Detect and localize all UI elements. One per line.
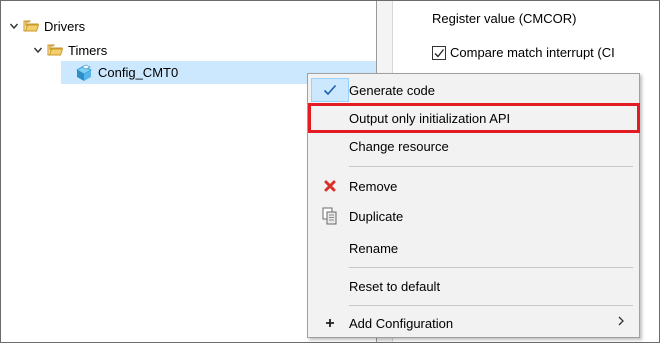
menu-item-remove[interactable]: Remove xyxy=(311,174,637,198)
component-icon xyxy=(75,64,93,82)
checkmark-icon xyxy=(311,78,349,102)
menu-item-label: Change resource xyxy=(349,138,449,154)
tree-item-label: Drivers xyxy=(44,18,86,34)
menu-item-rename[interactable]: Rename xyxy=(311,236,637,260)
compare-match-option[interactable]: Compare match interrupt (CI xyxy=(432,45,615,60)
menu-item-add-configuration[interactable]: Add Configuration xyxy=(311,311,637,335)
menu-separator xyxy=(349,267,633,268)
menu-item-generate-code[interactable]: Generate code xyxy=(311,78,637,102)
menu-separator xyxy=(349,305,633,306)
chevron-right-icon xyxy=(617,315,625,330)
register-value-label: Register value (CMCOR) xyxy=(432,11,577,26)
menu-item-duplicate[interactable]: Duplicate xyxy=(311,204,637,228)
duplicate-icon xyxy=(311,204,349,228)
menu-item-output-init-api[interactable]: Output only initialization API xyxy=(308,103,640,133)
chevron-down-icon[interactable] xyxy=(31,43,45,57)
menu-item-label: Add Configuration xyxy=(349,315,454,331)
tree-item-label: Timers xyxy=(68,42,108,58)
chevron-down-icon[interactable] xyxy=(7,19,21,33)
menu-item-label: Duplicate xyxy=(349,208,404,224)
menu-item-label: Generate code xyxy=(349,82,436,98)
menu-item-label: Output only initialization API xyxy=(349,110,511,126)
red-x-icon xyxy=(311,174,349,198)
menu-separator xyxy=(349,166,633,167)
compare-match-checkbox[interactable] xyxy=(432,45,446,60)
menu-item-label: Rename xyxy=(349,240,399,256)
folder-open-icon xyxy=(23,19,40,33)
menu-item-label: Reset to default xyxy=(349,278,441,294)
menu-item-label: Remove xyxy=(349,178,398,194)
menu-item-change-resource[interactable]: Change resource xyxy=(311,134,637,158)
tree-item-label: Config_CMT0 xyxy=(98,65,179,80)
tree-item-timers[interactable]: Timers xyxy=(31,39,107,61)
tree-item-drivers[interactable]: Drivers xyxy=(7,15,85,37)
folder-open-icon xyxy=(47,43,64,57)
compare-match-label: Compare match interrupt (CI xyxy=(450,45,615,60)
context-menu: Generate code Output only initialization… xyxy=(307,73,640,338)
plus-icon xyxy=(311,311,349,335)
window-frame: Drivers Timers Config_CMT0 Register valu… xyxy=(0,0,660,343)
menu-item-reset-to-default[interactable]: Reset to default xyxy=(311,274,637,298)
